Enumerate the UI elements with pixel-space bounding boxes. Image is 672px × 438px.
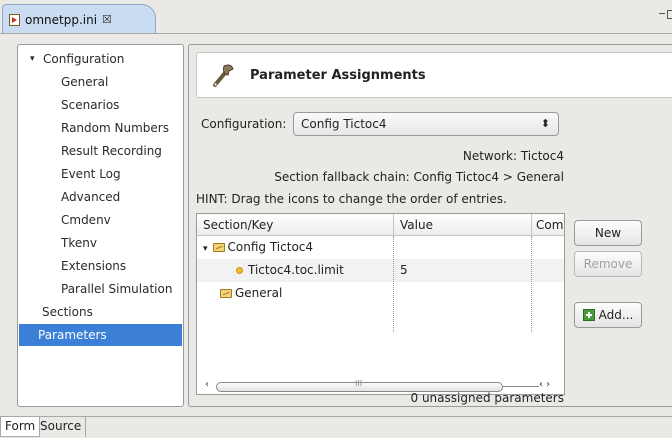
add-icon bbox=[582, 309, 595, 321]
collapse-arrow-icon[interactable]: ▾ bbox=[203, 244, 208, 254]
scroll-left-arrow-icon[interactable]: ‹ bbox=[205, 379, 209, 390]
tree-item-label: Scenarios bbox=[61, 98, 120, 112]
tree-item-random-numbers[interactable]: Random Numbers bbox=[61, 117, 169, 139]
tree-item-label: Result Recording bbox=[61, 144, 162, 158]
tree-item-label: Cmdenv bbox=[61, 213, 111, 227]
tree-item-label: Extensions bbox=[61, 259, 127, 273]
tree-item-advanced[interactable]: Advanced bbox=[61, 186, 120, 208]
folder-icon bbox=[220, 289, 232, 298]
configuration-select-value: Config Tictoc4 bbox=[301, 117, 387, 131]
tree-item-tkenv[interactable]: Tkenv bbox=[61, 232, 97, 254]
tabbar-divider bbox=[0, 33, 672, 34]
editor-tab-omnetpp-ini[interactable]: omnetpp.ini ☒ bbox=[2, 4, 156, 34]
tree-item-parallel-simulation[interactable]: Parallel Simulation bbox=[61, 278, 172, 300]
parameter-dot-icon bbox=[236, 267, 243, 274]
scroll-arrows-icon[interactable]: ‹ › bbox=[539, 379, 550, 390]
remove-button[interactable]: Remove bbox=[574, 251, 642, 277]
tree-item-scenarios[interactable]: Scenarios bbox=[61, 94, 119, 116]
add-button-label: Add... bbox=[598, 308, 634, 322]
table-row[interactable]: Tictoc4.toc.limit 5 bbox=[197, 259, 564, 282]
tree-item-sections[interactable]: Sections bbox=[42, 301, 93, 323]
tree-item-cmdenv[interactable]: Cmdenv bbox=[61, 209, 111, 231]
tree-item-label: Random Numbers bbox=[61, 121, 169, 135]
parameters-form: Parameter Assignments Configuration: Con… bbox=[188, 44, 672, 407]
row-key-cell: ▾ Config Tictoc4 bbox=[203, 236, 313, 261]
collapse-arrow-icon[interactable]: ▾ bbox=[30, 48, 35, 70]
tree-item-event-log[interactable]: Event Log bbox=[61, 163, 121, 185]
section-header: Parameter Assignments bbox=[196, 52, 672, 98]
row-key-cell: Tictoc4.toc.limit bbox=[236, 259, 344, 282]
scrollbar-track[interactable] bbox=[503, 386, 539, 387]
minimize-maximize-icon[interactable] bbox=[658, 8, 672, 22]
updown-arrows-icon: ⬍ bbox=[540, 117, 550, 130]
row-key: Tictoc4.toc.limit bbox=[248, 263, 344, 277]
config-tree[interactable]: ▾ Configuration General Scenarios Random… bbox=[17, 44, 184, 407]
tree-item-extensions[interactable]: Extensions bbox=[61, 255, 126, 277]
hint-text: HINT: Drag the icons to change the order… bbox=[196, 192, 507, 206]
grip-icon: III bbox=[355, 379, 363, 388]
configuration-label: Configuration: bbox=[201, 117, 287, 131]
fallback-chain-info: Section fallback chain: Config Tictoc4 >… bbox=[274, 170, 564, 184]
wrench-icon bbox=[213, 64, 234, 87]
column-separator bbox=[531, 236, 532, 332]
row-key: General bbox=[235, 286, 283, 300]
tree-item-label: General bbox=[61, 75, 109, 89]
tree-item-label: Event Log bbox=[61, 167, 121, 181]
folder-icon bbox=[212, 243, 225, 252]
parameters-table[interactable]: Section/Key Value Com ▾ Config Tictoc4 Ti… bbox=[196, 213, 565, 395]
column-separator bbox=[393, 236, 394, 332]
tree-item-label: Sections bbox=[42, 305, 93, 319]
tree-item-result-recording[interactable]: Result Recording bbox=[61, 140, 162, 162]
editor-tab-label: omnetpp.ini bbox=[25, 12, 98, 27]
unassigned-count: 0 unassigned parameters bbox=[410, 391, 565, 405]
page-title: Parameter Assignments bbox=[250, 68, 426, 83]
editor-tabbar: omnetpp.ini ☒ bbox=[0, 0, 672, 34]
tab-form[interactable]: Form bbox=[0, 417, 41, 437]
table-row[interactable]: ▾ Config Tictoc4 bbox=[197, 236, 564, 259]
row-value[interactable]: 5 bbox=[400, 259, 408, 282]
add-button[interactable]: Add... bbox=[574, 302, 642, 328]
tree-item-parameters[interactable]: Parameters bbox=[19, 324, 182, 346]
tree-item-configuration[interactable]: ▾ Configuration bbox=[30, 48, 125, 70]
tree-item-label: Advanced bbox=[61, 190, 121, 204]
tab-source[interactable]: Source bbox=[36, 417, 87, 437]
configuration-select[interactable]: Config Tictoc4 ⬍ bbox=[293, 112, 559, 136]
tree-item-label: Configuration bbox=[43, 52, 125, 66]
network-info: Network: Tictoc4 bbox=[462, 149, 564, 163]
column-header-comment[interactable]: Com bbox=[531, 214, 564, 236]
tree-item-label: Tkenv bbox=[61, 236, 97, 250]
column-header-section-key[interactable]: Section/Key bbox=[197, 214, 393, 236]
tree-item-label: Parallel Simulation bbox=[61, 282, 173, 296]
column-header-value[interactable]: Value bbox=[393, 214, 531, 236]
table-row[interactable]: General bbox=[197, 282, 564, 305]
close-icon[interactable]: ☒ bbox=[102, 13, 112, 26]
tree-item-general[interactable]: General bbox=[61, 71, 108, 93]
tree-item-label: Parameters bbox=[38, 328, 107, 342]
new-button[interactable]: New bbox=[574, 220, 642, 246]
row-key: Config Tictoc4 bbox=[227, 240, 314, 254]
ini-file-icon bbox=[9, 13, 20, 26]
editor-mode-tabs: Form Source bbox=[0, 416, 672, 438]
row-key-cell: General bbox=[220, 282, 282, 305]
